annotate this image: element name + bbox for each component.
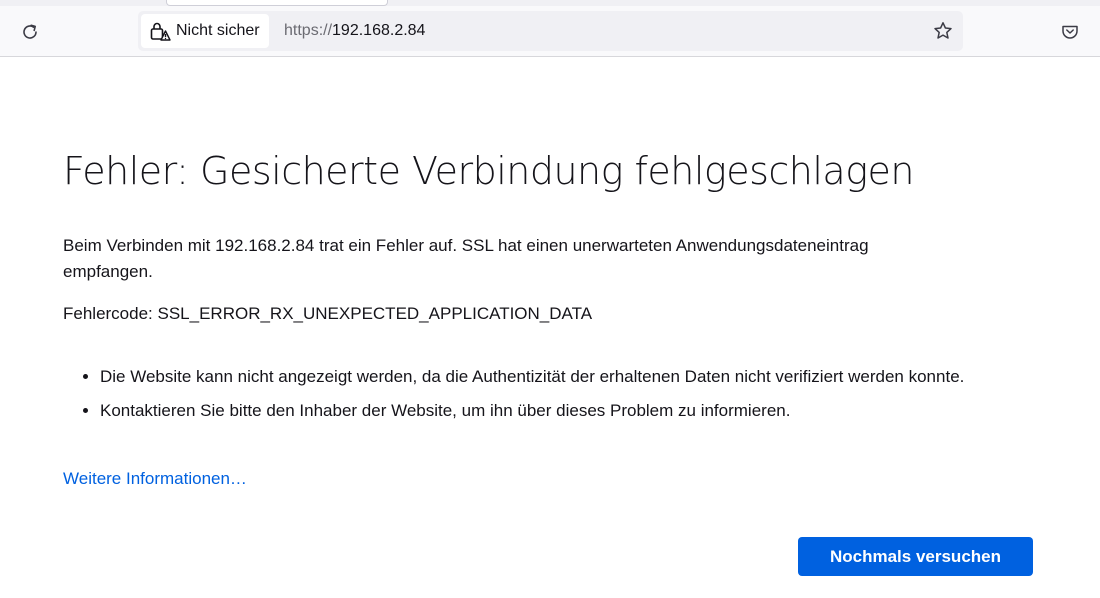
advice-item: Die Website kann nicht angezeigt werden,… xyxy=(100,364,1040,390)
learn-more-link[interactable]: Weitere Informationen… xyxy=(63,466,247,492)
reload-icon xyxy=(23,24,37,39)
url-host: 192.168.2.84 xyxy=(332,22,426,39)
not-secure-label: Nicht sicher xyxy=(176,22,260,39)
pocket-button[interactable] xyxy=(1056,18,1084,46)
url-scheme: https:// xyxy=(284,22,333,39)
bookmark-button[interactable] xyxy=(931,19,955,43)
page-title: Fehler: Gesicherte Verbindung fehlgeschl… xyxy=(63,149,914,193)
try-again-button[interactable]: Nochmals versuchen xyxy=(798,537,1033,576)
site-identity-button[interactable]: Nicht sicher xyxy=(141,14,269,48)
pocket-icon xyxy=(1062,25,1078,39)
star-icon xyxy=(934,22,952,39)
active-tab[interactable] xyxy=(166,0,388,6)
navigation-toolbar: Nicht sicher https://192.168.2.84 xyxy=(0,0,1100,57)
lock-warning-icon xyxy=(150,22,171,41)
url-bar[interactable]: Nicht sicher https://192.168.2.84 xyxy=(138,11,963,51)
reload-button[interactable] xyxy=(14,16,46,48)
advice-list: Die Website kann nicht angezeigt werden,… xyxy=(63,364,1040,432)
advice-item: Kontaktieren Sie bitte den Inhaber der W… xyxy=(100,398,1040,424)
error-short-description: Beim Verbinden mit 192.168.2.84 trat ein… xyxy=(63,236,869,281)
error-code: Fehlercode: SSL_ERROR_RX_UNEXPECTED_APPL… xyxy=(63,304,593,323)
tab-strip xyxy=(0,0,1100,6)
url-input[interactable]: https://192.168.2.84 xyxy=(284,11,904,51)
